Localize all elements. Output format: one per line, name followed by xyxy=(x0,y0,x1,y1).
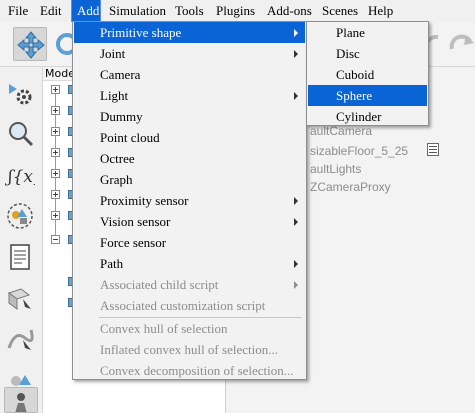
calculation-modules-button[interactable]: ʃ{x} xyxy=(4,159,38,193)
tree-expander[interactable] xyxy=(51,127,60,136)
tree-expander[interactable] xyxy=(51,235,60,244)
submenu-arrow-icon xyxy=(290,85,300,106)
scene-object-label: sizableFloor_5_25 xyxy=(310,144,409,158)
menu-item-label: Inflated convex hull of selection... xyxy=(100,342,278,357)
menu-item-proximity-sensor[interactable]: Proximity sensor xyxy=(74,190,305,211)
menu-add[interactable]: Add xyxy=(71,0,101,23)
path-edit-button[interactable] xyxy=(4,323,38,357)
menu-item-label: Light xyxy=(100,88,129,103)
menu-item-disc[interactable]: Disc xyxy=(308,43,427,64)
tree-expander[interactable] xyxy=(51,106,60,115)
menu-item-label: Vision sensor xyxy=(100,214,171,229)
menu-item-label: Octree xyxy=(100,151,135,166)
menu-item-label: Associated customization script xyxy=(100,298,266,313)
menu-item-label: Primitive shape xyxy=(100,25,182,40)
submenu-arrow-icon xyxy=(290,43,300,64)
menu-item-cuboid[interactable]: Cuboid xyxy=(308,64,427,85)
menu-item-point-cloud[interactable]: Point cloud xyxy=(74,127,305,148)
menu-item-force-sensor[interactable]: Force sensor xyxy=(74,232,305,253)
menu-item-label: Graph xyxy=(100,172,133,187)
calculation-modules-icon: ʃ{x} xyxy=(5,167,35,187)
menu-item-graph[interactable]: Graph xyxy=(74,169,305,190)
menu-tools[interactable]: Tools xyxy=(170,0,209,22)
menu-item-vision-sensor[interactable]: Vision sensor xyxy=(74,211,305,232)
scene-object-label: aultLights xyxy=(310,162,362,176)
script-button[interactable] xyxy=(4,241,38,275)
menu-file[interactable]: File xyxy=(3,0,33,22)
rotate-icon xyxy=(56,33,74,55)
left-toolbar: ʃ{x} xyxy=(0,67,43,413)
menu-item-octree[interactable]: Octree xyxy=(74,148,305,169)
submenu-arrow-icon xyxy=(290,274,300,295)
add-menu: Primitive shape Joint Camera Light Dummy… xyxy=(72,21,307,380)
tree-expander[interactable] xyxy=(51,211,60,220)
submenu-arrow-icon xyxy=(290,190,300,211)
menu-item-sphere[interactable]: Sphere xyxy=(308,85,427,106)
magnifier-icon xyxy=(9,122,34,147)
menu-edit[interactable]: Edit xyxy=(35,0,67,22)
menu-item-convex-decomposition: Convex decomposition of selection... xyxy=(74,360,305,381)
menu-item-associated-customization-script: Associated customization script xyxy=(74,295,305,316)
redo-button[interactable] xyxy=(444,27,474,61)
tree-expander[interactable] xyxy=(51,169,60,178)
menu-item-joint[interactable]: Joint xyxy=(74,43,305,64)
magnifier-button[interactable] xyxy=(4,118,38,152)
menu-item-label: Camera xyxy=(100,67,141,82)
redo-icon xyxy=(449,34,474,50)
model-browser-button[interactable] xyxy=(4,387,38,413)
shape-edit-icon xyxy=(7,288,31,310)
simulation-settings-button[interactable] xyxy=(4,77,38,111)
path-edit-icon xyxy=(7,329,34,350)
menu-item-path[interactable]: Path xyxy=(74,253,305,274)
menu-simulation[interactable]: Simulation xyxy=(104,0,171,22)
menu-item-convex-hull: Convex hull of selection xyxy=(74,318,305,339)
tree-expander[interactable] xyxy=(51,148,60,157)
menu-item-dummy[interactable]: Dummy xyxy=(74,106,305,127)
menu-item-camera[interactable]: Camera xyxy=(74,64,305,85)
menu-item-label: Proximity sensor xyxy=(100,193,189,208)
submenu-arrow-icon xyxy=(290,22,300,43)
menu-item-label: Path xyxy=(100,256,124,271)
menu-item-label: Point cloud xyxy=(100,130,160,145)
menu-item-cylinder[interactable]: Cylinder xyxy=(308,106,427,127)
move-button[interactable] xyxy=(13,27,47,61)
collection-icon xyxy=(7,203,33,229)
model-browser-icon xyxy=(15,393,27,412)
tree-expander[interactable] xyxy=(51,190,60,199)
menu-item-label: Convex hull of selection xyxy=(100,321,228,336)
menu-item-light[interactable]: Light xyxy=(74,85,305,106)
simulation-settings-icon xyxy=(9,84,32,105)
collection-button[interactable] xyxy=(4,200,38,234)
menu-item-primitive-shape[interactable]: Primitive shape xyxy=(74,22,305,43)
menu-item-label: Convex decomposition of selection... xyxy=(100,363,294,378)
script-icon[interactable] xyxy=(427,143,439,156)
tree-expander[interactable] xyxy=(51,85,60,94)
menu-scenes[interactable]: Scenes xyxy=(317,0,363,22)
rotate-button[interactable] xyxy=(50,27,74,61)
submenu-arrow-icon xyxy=(290,211,300,232)
primitive-shape-submenu: Plane Disc Cuboid Sphere Cylinder xyxy=(306,21,429,126)
submenu-arrow-icon xyxy=(290,253,300,274)
menu-plugins[interactable]: Plugins xyxy=(211,0,260,22)
menubar: File Edit Add Simulation Tools Plugins A… xyxy=(0,0,475,23)
scene-object-label: ZCameraProxy xyxy=(310,180,391,194)
menu-item-label: Dummy xyxy=(100,109,143,124)
shape-edit-button[interactable] xyxy=(4,282,38,316)
menu-item-label: Associated child script xyxy=(100,277,219,292)
move-icon xyxy=(17,31,45,59)
menu-item-label: Joint xyxy=(100,46,126,61)
script-icon xyxy=(10,244,30,270)
menu-item-inflated-convex-hull: Inflated convex hull of selection... xyxy=(74,339,305,360)
menu-item-plane[interactable]: Plane xyxy=(308,22,427,43)
menu-help[interactable]: Help xyxy=(363,0,398,22)
menu-item-associated-child-script: Associated child script xyxy=(74,274,305,295)
svg-text:ʃ{x}: ʃ{x} xyxy=(5,167,35,187)
menu-addons[interactable]: Add-ons xyxy=(262,0,317,22)
menu-item-label: Force sensor xyxy=(100,235,167,250)
